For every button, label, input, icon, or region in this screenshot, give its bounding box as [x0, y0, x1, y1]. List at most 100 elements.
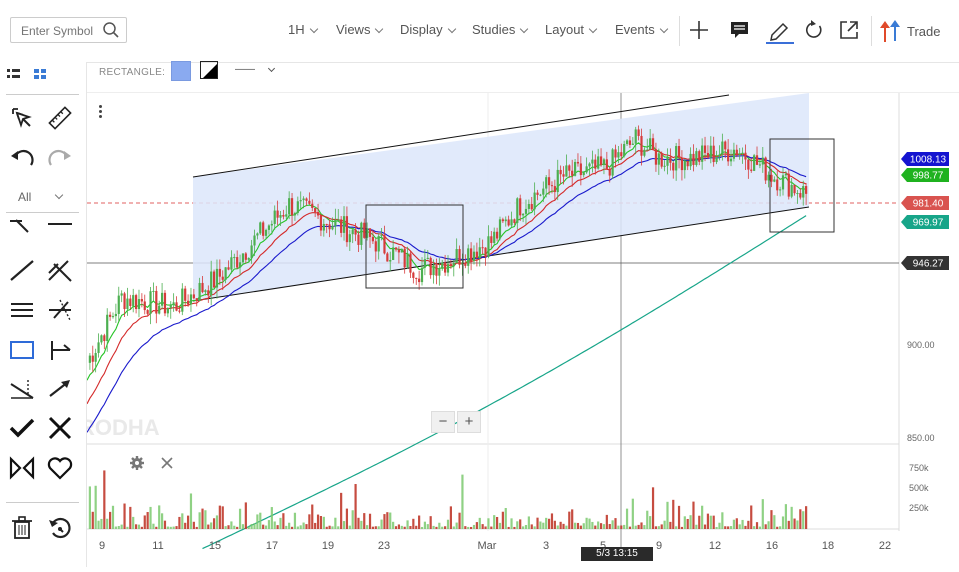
candle-body	[781, 175, 785, 190]
channel-drawing[interactable]	[192, 93, 810, 302]
ray-icon[interactable]	[8, 218, 36, 246]
candle-body	[744, 152, 747, 160]
cross-line-icon[interactable]	[46, 256, 74, 284]
trash-icon[interactable]	[8, 514, 36, 542]
bowtie-icon[interactable]	[8, 454, 36, 482]
candle-body	[521, 213, 525, 216]
fibonacci-icon[interactable]	[46, 296, 74, 324]
trade-button[interactable]: Trade	[907, 24, 940, 39]
volume-bar	[495, 516, 499, 529]
comment-icon[interactable]	[728, 18, 752, 42]
pencil-icon[interactable]	[766, 18, 794, 44]
volume-bar	[510, 518, 513, 529]
candle-body	[663, 165, 666, 167]
candle-body	[189, 294, 193, 305]
volume-bar	[360, 520, 363, 529]
candle-body	[767, 174, 770, 181]
trend-line-icon[interactable]	[8, 256, 36, 284]
volume-bar	[207, 524, 210, 529]
horizontal-line-icon[interactable]	[46, 218, 74, 246]
volume-bar	[322, 516, 325, 529]
tool-filter[interactable]: All	[18, 190, 31, 204]
studies-menu[interactable]: Studies	[472, 22, 529, 37]
display-menu[interactable]: Display	[400, 22, 456, 37]
gann-icon[interactable]	[8, 374, 36, 402]
check-icon[interactable]	[8, 414, 36, 442]
candle-body	[91, 355, 94, 362]
chevron-down-icon[interactable]	[267, 64, 276, 73]
candle-body	[643, 149, 646, 156]
volume-bar	[776, 526, 779, 529]
candle-body	[623, 144, 626, 157]
volume-bar	[160, 513, 164, 529]
x-tick-label: 23	[378, 540, 390, 552]
parallel-lines-icon[interactable]	[8, 296, 36, 324]
x-tick-label: 19	[322, 540, 334, 552]
candle-body	[712, 145, 715, 163]
candle-body	[160, 292, 164, 306]
candle-body	[654, 149, 658, 165]
candle-body	[314, 207, 317, 213]
fill-color-swatch[interactable]	[171, 61, 191, 81]
rectangle-icon[interactable]	[8, 336, 36, 364]
volume-bar	[264, 525, 268, 529]
volume-bar	[238, 508, 242, 529]
views-menu[interactable]: Views	[336, 22, 384, 37]
volume-bar	[706, 513, 710, 529]
gear-icon[interactable]	[129, 455, 145, 476]
symbol-search[interactable]	[10, 17, 127, 43]
volume-bar	[478, 517, 481, 529]
chart-menu-icon[interactable]	[99, 105, 103, 118]
volume-bar	[97, 520, 100, 529]
reset-icon[interactable]	[802, 18, 826, 42]
line-style-value: ——	[235, 64, 255, 75]
candle-body	[536, 192, 539, 195]
redo-icon[interactable]	[46, 145, 74, 173]
chevron-down-icon[interactable]	[54, 190, 64, 200]
candle-body	[504, 219, 507, 222]
volume-bar	[562, 523, 565, 529]
candle-body	[470, 248, 473, 262]
candle-body	[233, 257, 236, 259]
ruler-icon[interactable]	[46, 104, 74, 132]
trade-arrows-icon[interactable]	[878, 18, 902, 42]
grid-view-icon[interactable]	[32, 66, 60, 94]
chart-area[interactable]: RODHA 900.00 850.00 750k 500k 250k 9 11 15 17 19 2…	[79, 93, 959, 567]
zoom-in-button[interactable]: +	[457, 411, 481, 433]
events-menu[interactable]: Events	[615, 22, 668, 37]
volume-bar	[181, 513, 184, 529]
search-input[interactable]	[19, 19, 111, 43]
cursor-icon[interactable]	[8, 104, 36, 132]
candle-body	[724, 141, 727, 150]
interval-menu[interactable]: 1H	[288, 22, 318, 37]
list-view-icon[interactable]	[6, 66, 34, 94]
price-chart[interactable]: RODHA 900.00 850.00 750k 500k 250k 9 11 15 17 19 2…	[79, 93, 959, 567]
plus-icon[interactable]	[687, 18, 711, 42]
line-color-swatch[interactable]	[200, 61, 218, 79]
volume-bar	[452, 526, 455, 529]
chevron-down-icon	[520, 24, 529, 34]
volume-bar	[683, 516, 686, 529]
arrow-icon[interactable]	[46, 374, 74, 402]
candle-body	[212, 271, 216, 288]
zoom-out-button[interactable]: −	[431, 411, 455, 433]
popout-icon[interactable]	[837, 18, 861, 42]
undo-icon[interactable]	[8, 145, 36, 173]
reset-drawings-icon[interactable]	[46, 514, 74, 542]
volume-bar	[753, 526, 756, 529]
heart-icon[interactable]	[46, 454, 74, 482]
volume-bar	[663, 520, 666, 529]
layout-menu[interactable]: Layout	[545, 22, 598, 37]
volume-bar	[441, 526, 444, 529]
candle-body	[109, 314, 112, 317]
candle-body	[796, 193, 799, 195]
volume-bar	[709, 515, 712, 529]
candle-body	[201, 282, 204, 293]
search-icon[interactable]	[102, 21, 120, 44]
cross-mark-icon[interactable]	[46, 414, 74, 442]
close-icon[interactable]	[160, 456, 174, 475]
volume-bar	[455, 522, 458, 529]
price-range-icon[interactable]	[46, 336, 74, 364]
candle-body	[458, 249, 461, 265]
line-style-select[interactable]: ——	[235, 64, 255, 75]
